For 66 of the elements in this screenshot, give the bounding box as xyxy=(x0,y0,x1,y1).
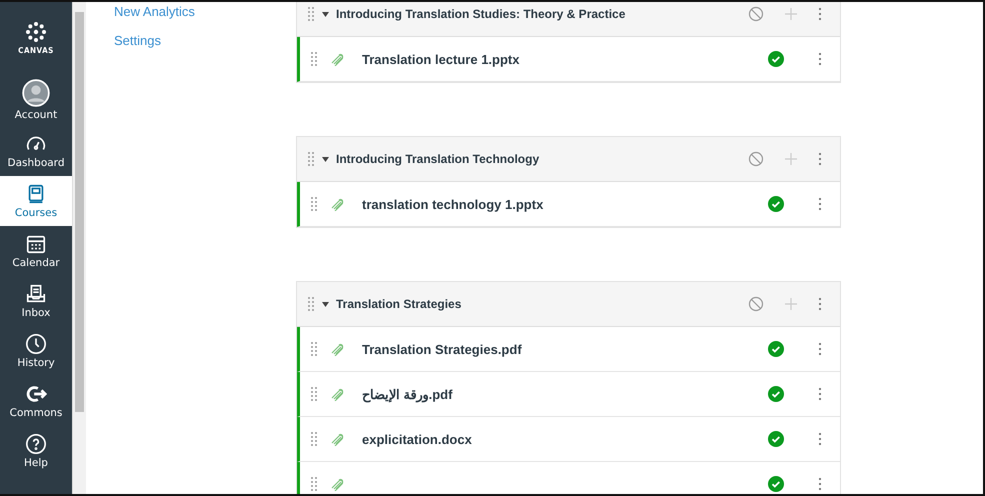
item-title[interactable]: translation technology 1.pptx xyxy=(362,196,544,212)
scrollbar-thumb[interactable] xyxy=(75,12,84,412)
unpublished-icon[interactable] xyxy=(748,296,764,312)
clock-icon xyxy=(25,333,47,355)
arrow-icon xyxy=(25,383,47,405)
nav-item[interactable]: Calendar xyxy=(0,226,72,276)
kebab-menu-icon[interactable] xyxy=(818,152,822,166)
item-title[interactable]: Translation lecture 1.pptx xyxy=(362,52,520,66)
kebab-menu-icon[interactable] xyxy=(818,197,822,211)
drag-handle-icon[interactable] xyxy=(310,52,318,66)
published-check-icon[interactable] xyxy=(768,431,784,447)
item-title[interactable]: ورقة الإيضاح.pdf xyxy=(362,386,452,402)
drag-handle-icon[interactable] xyxy=(310,342,318,356)
drag-handle-icon[interactable] xyxy=(307,297,315,311)
published-check-icon[interactable] xyxy=(768,386,784,402)
logo-text: CANVAS xyxy=(18,46,54,55)
caret-icon[interactable] xyxy=(322,12,329,16)
paperclip-icon xyxy=(330,52,346,66)
drag-handle-icon[interactable] xyxy=(310,432,318,446)
paperclip-icon xyxy=(330,197,346,211)
module-item[interactable]: Translation Strategies.pdf xyxy=(297,327,840,372)
unpublished-icon[interactable] xyxy=(748,151,764,167)
published-check-icon[interactable] xyxy=(768,476,784,492)
published-check-icon[interactable] xyxy=(768,196,784,212)
module-item[interactable]: explicitation.docx xyxy=(297,417,840,462)
calendar-icon xyxy=(25,233,47,255)
kebab-menu-icon[interactable] xyxy=(818,297,822,311)
paperclip-icon xyxy=(330,387,346,401)
help-icon xyxy=(25,433,47,455)
item-title[interactable]: Translation Strategies.pdf xyxy=(362,342,522,356)
kebab-menu-icon[interactable] xyxy=(818,7,822,21)
module-item[interactable]: ورقة الإيضاح.pdf xyxy=(297,372,840,417)
nav-item[interactable]: History xyxy=(0,326,72,376)
drag-handle-icon[interactable] xyxy=(310,197,318,211)
kebab-menu-icon[interactable] xyxy=(818,342,822,356)
item-title[interactable]: explicitation.docx xyxy=(362,432,472,446)
drag-handle-icon[interactable] xyxy=(310,387,318,401)
module-title: Introducing Translation Studies: Theory & Practice xyxy=(336,7,626,21)
nav-item[interactable]: Help xyxy=(0,426,72,476)
drag-handle-icon[interactable] xyxy=(310,477,318,491)
kebab-menu-icon[interactable] xyxy=(818,432,822,446)
nav-item[interactable]: Account xyxy=(0,74,72,126)
caret-icon[interactable] xyxy=(322,302,329,306)
published-check-icon[interactable] xyxy=(768,341,784,357)
module-item[interactable]: Translation lecture 1.pptx xyxy=(297,37,840,82)
nav-item[interactable]: Commons xyxy=(0,376,72,426)
kebab-menu-icon[interactable] xyxy=(818,387,822,401)
nav-item[interactable]: Dashboard xyxy=(0,126,72,176)
nav-item[interactable]: Inbox xyxy=(0,276,72,326)
module-title: Introducing Translation Technology xyxy=(336,152,540,166)
module-item[interactable]: translation technology 1.pptx xyxy=(297,182,840,227)
published-check-icon[interactable] xyxy=(768,51,784,67)
drag-handle-icon[interactable] xyxy=(307,7,315,21)
avatar-icon xyxy=(22,79,50,107)
inbox-icon xyxy=(25,283,47,305)
drag-handle-icon[interactable] xyxy=(307,152,315,166)
unpublished-icon[interactable] xyxy=(748,6,764,22)
paperclip-icon xyxy=(330,432,346,446)
caret-icon[interactable] xyxy=(322,156,329,162)
nav-item[interactable]: Courses xyxy=(0,176,72,226)
logo-icon xyxy=(25,21,47,43)
kebab-menu-icon[interactable] xyxy=(818,52,822,66)
paperclip-icon xyxy=(330,342,346,356)
module-title: Translation Strategies xyxy=(336,297,462,311)
paperclip-icon xyxy=(330,477,346,491)
kebab-menu-icon[interactable] xyxy=(818,477,822,491)
